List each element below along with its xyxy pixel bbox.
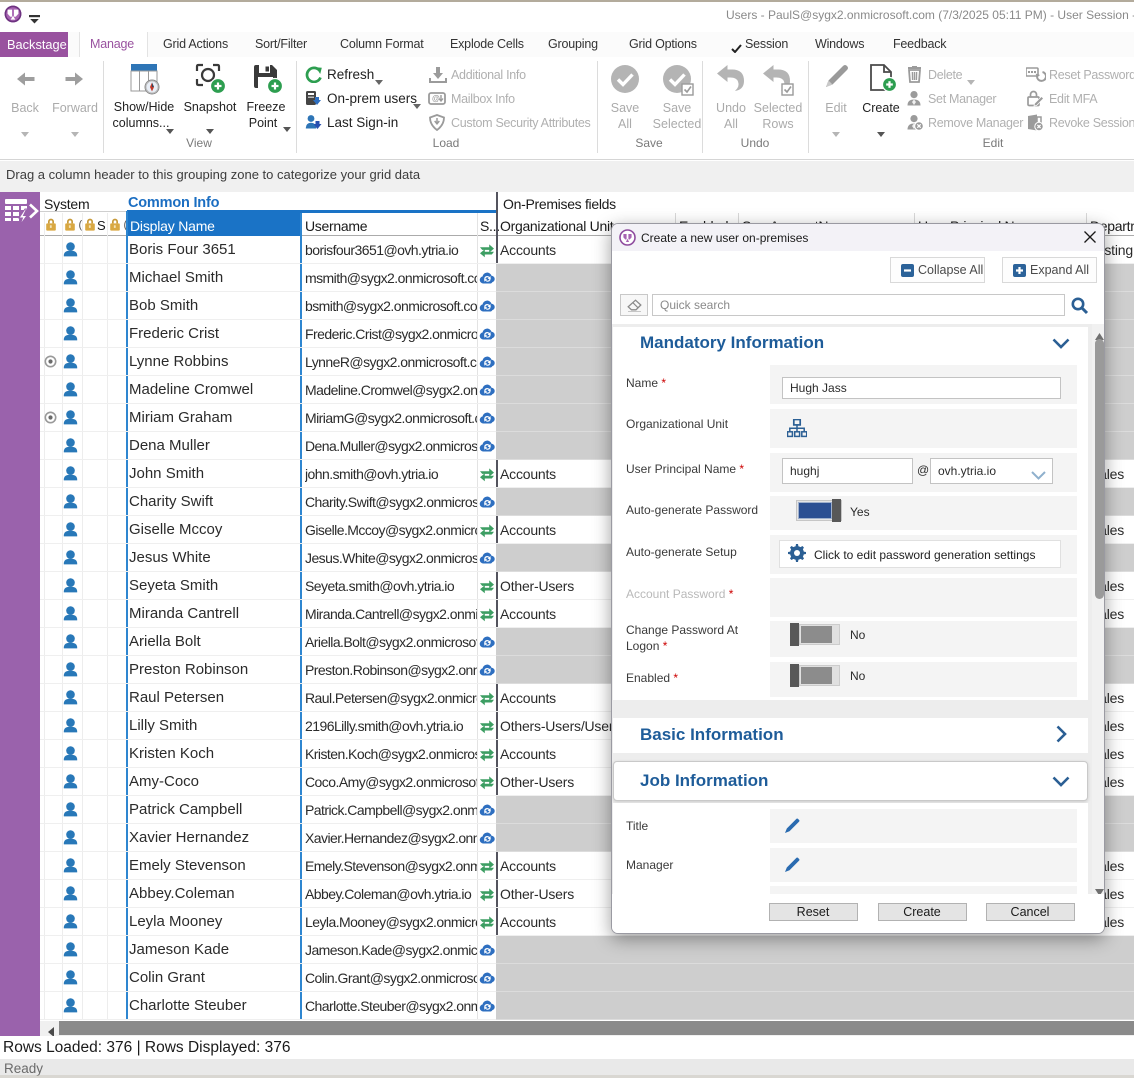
svg-text:@: @ bbox=[432, 94, 440, 103]
